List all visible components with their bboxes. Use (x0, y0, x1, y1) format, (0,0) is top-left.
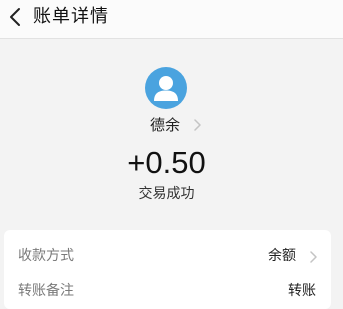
transfer-note-value: 转账 (288, 283, 316, 299)
detail-row-transfer-note: 转账备注 转账 (4, 275, 331, 307)
user-avatar-icon (154, 76, 178, 101)
page-title: 账单详情 (33, 6, 109, 27)
chevron-left-icon (10, 8, 20, 26)
payment-method-label: 收款方式 (18, 248, 74, 264)
payment-method-value: 余额 (268, 248, 296, 264)
top-bar: 账单详情 (0, 0, 343, 39)
transaction-status: 交易成功 (138, 186, 195, 202)
chevron-right-icon (310, 251, 317, 263)
payer-name: 德余 (150, 116, 181, 134)
back-button[interactable] (4, 4, 28, 30)
payer-link[interactable]: 德余 (0, 115, 343, 137)
transfer-note-label: 转账备注 (18, 283, 74, 299)
detail-row-payment-method[interactable]: 收款方式 余额 (4, 240, 331, 272)
chevron-right-icon (194, 119, 201, 131)
detail-card: 收款方式 余额 转账备注 转账 (4, 230, 331, 309)
transaction-amount: +0.50 (127, 145, 206, 180)
transaction-summary: 德余 +0.50 交易成功 (0, 39, 343, 219)
avatar[interactable] (145, 67, 187, 109)
